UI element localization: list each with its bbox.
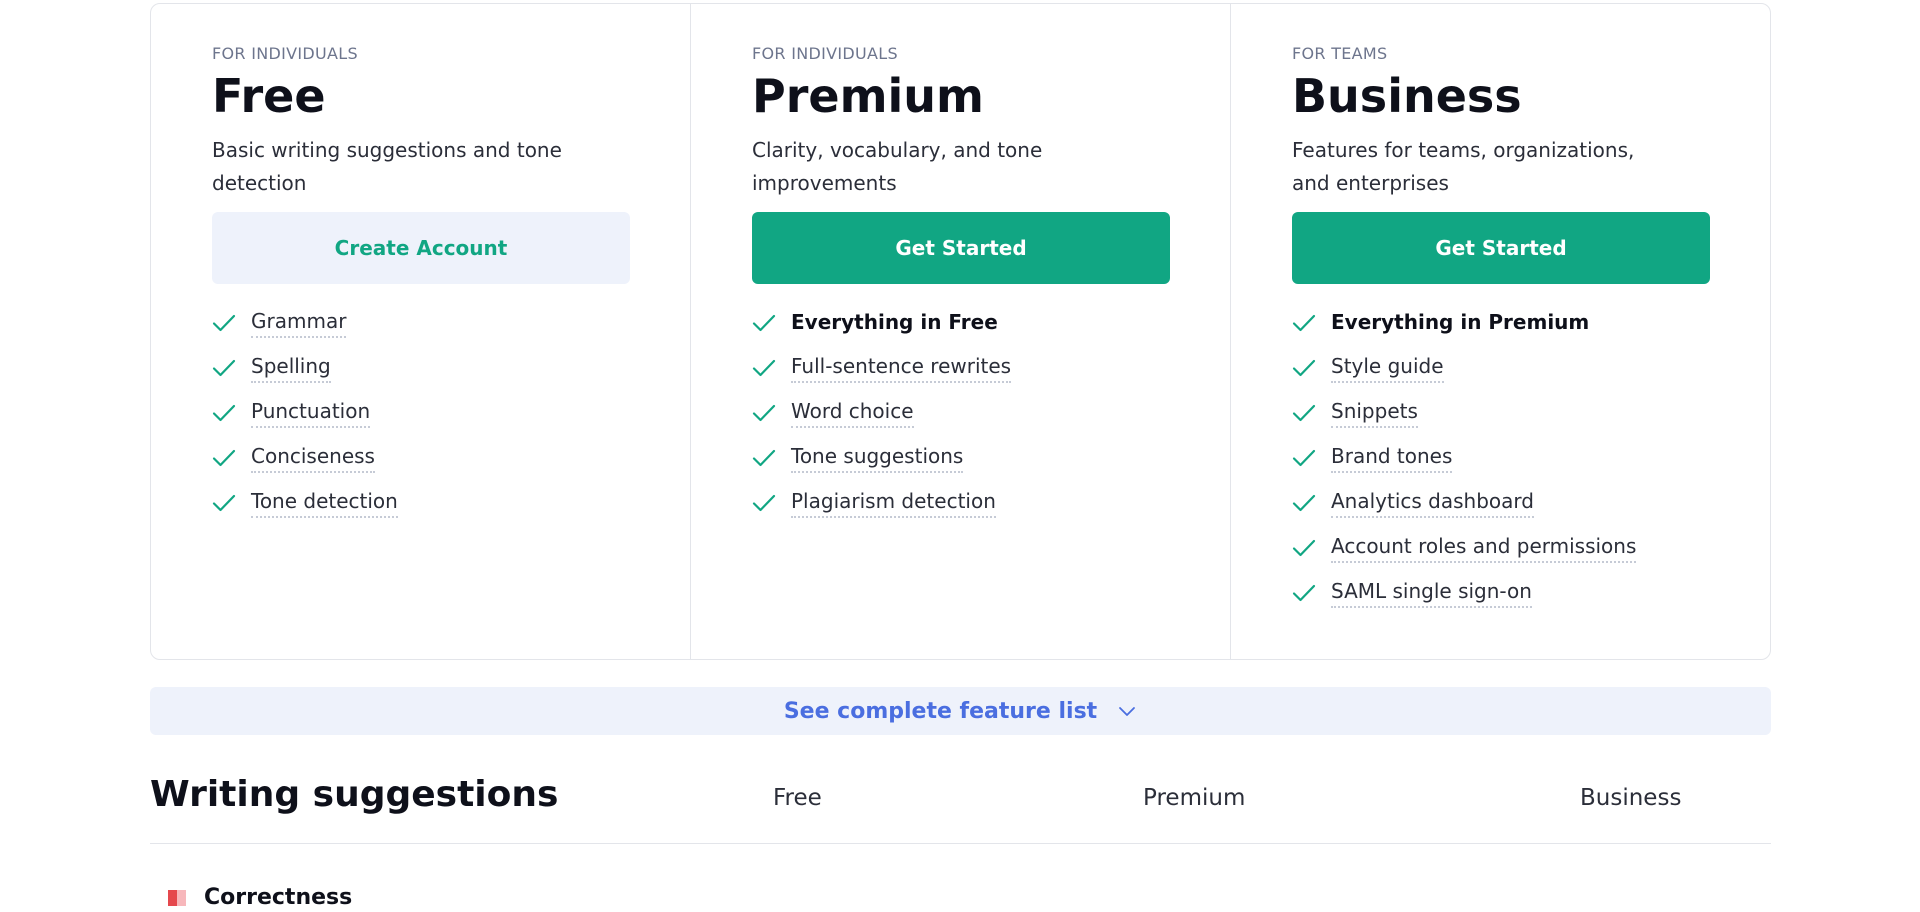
category-label: Correctness <box>204 884 353 910</box>
plan-audience: FOR INDIVIDUALS <box>752 44 898 63</box>
list-item: Conciseness <box>212 435 630 480</box>
column-head-premium: Premium <box>1143 785 1246 811</box>
create-account-button[interactable]: Create Account <box>212 212 630 284</box>
check-icon <box>212 314 236 331</box>
plan-name: Free <box>212 69 326 123</box>
plan-free: FOR INDIVIDUALS Free Basic writing sugge… <box>151 4 690 659</box>
plan-description: Basic writing suggestions and tone detec… <box>212 138 562 195</box>
feature-label[interactable]: Tone detection <box>251 487 398 518</box>
feature-label[interactable]: Brand tones <box>1331 442 1453 473</box>
feature-label[interactable]: Word choice <box>791 397 914 428</box>
feature-list: Everything in Premium Style guide Snippe… <box>1292 300 1710 615</box>
plan-description: Clarity, vocabulary, and tone improvemen… <box>752 138 1043 195</box>
check-icon <box>1292 359 1316 376</box>
plan-premium: FOR INDIVIDUALS Premium Clarity, vocabul… <box>690 4 1230 659</box>
list-item: Analytics dashboard <box>1292 480 1710 525</box>
list-item: Grammar <box>212 300 630 345</box>
list-item: Tone suggestions <box>752 435 1170 480</box>
feature-label[interactable]: Full-sentence rewrites <box>791 352 1012 383</box>
check-icon <box>212 449 236 466</box>
check-icon <box>212 359 236 376</box>
list-item: Tone detection <box>212 480 630 525</box>
check-icon <box>752 449 776 466</box>
see-complete-feature-list-button[interactable]: See complete feature list <box>150 687 1771 735</box>
plan-audience: FOR TEAMS <box>1292 44 1388 63</box>
feature-label[interactable]: Style guide <box>1331 352 1444 383</box>
list-item: Style guide <box>1292 345 1710 390</box>
chevron-down-icon <box>1119 707 1136 716</box>
list-item: Account roles and permissions <box>1292 525 1710 570</box>
section-title: Writing suggestions <box>150 774 559 815</box>
feature-label[interactable]: Conciseness <box>251 442 375 473</box>
check-icon <box>752 359 776 376</box>
check-icon <box>212 404 236 421</box>
correctness-icon <box>168 890 186 906</box>
list-item: Word choice <box>752 390 1170 435</box>
see-features-label: See complete feature list <box>783 698 1098 724</box>
list-item: SAML single sign-on <box>1292 570 1710 615</box>
category-row-correctness: Correctness <box>166 882 352 912</box>
feature-label[interactable]: Punctuation <box>251 397 371 428</box>
feature-label[interactable]: Plagiarism detection <box>791 487 996 518</box>
check-icon <box>752 404 776 421</box>
feature-label[interactable]: Tone suggestions <box>791 442 964 473</box>
feature-label[interactable]: Grammar <box>251 307 347 338</box>
list-item: Everything in Free <box>752 300 1170 345</box>
check-icon <box>1292 584 1316 601</box>
plan-audience: FOR INDIVIDUALS <box>212 44 358 63</box>
check-icon <box>1292 494 1316 511</box>
plan-description: Features for teams, organizations, and e… <box>1292 138 1635 195</box>
feature-label[interactable]: SAML single sign-on <box>1331 577 1532 608</box>
list-item: Plagiarism detection <box>752 480 1170 525</box>
list-item: Brand tones <box>1292 435 1710 480</box>
list-item: Punctuation <box>212 390 630 435</box>
check-icon <box>1292 314 1316 331</box>
feature-label[interactable]: Account roles and permissions <box>1331 532 1637 563</box>
check-icon <box>212 494 236 511</box>
plan-name: Premium <box>752 69 984 123</box>
check-icon <box>1292 539 1316 556</box>
list-item: Spelling <box>212 345 630 390</box>
check-icon <box>1292 449 1316 466</box>
feature-list: Grammar Spelling Punctuation Conciseness… <box>212 300 630 525</box>
feature-label[interactable]: Spelling <box>251 352 331 383</box>
feature-label: Everything in Premium <box>1331 310 1590 334</box>
feature-label: Everything in Free <box>791 310 998 334</box>
plan-business: FOR TEAMS Business Features for teams, o… <box>1230 4 1770 659</box>
feature-label[interactable]: Analytics dashboard <box>1331 487 1534 518</box>
comparison-header: Writing suggestions Free Premium Busines… <box>150 760 1771 844</box>
feature-list: Everything in Free Full-sentence rewrite… <box>752 300 1170 525</box>
list-item: Snippets <box>1292 390 1710 435</box>
get-started-premium-button[interactable]: Get Started <box>752 212 1170 284</box>
plan-name: Business <box>1292 69 1522 123</box>
list-item: Everything in Premium <box>1292 300 1710 345</box>
column-head-business: Business <box>1580 785 1682 811</box>
check-icon <box>752 314 776 331</box>
plans-card: FOR INDIVIDUALS Free Basic writing sugge… <box>150 3 1771 660</box>
get-started-business-button[interactable]: Get Started <box>1292 212 1710 284</box>
list-item: Full-sentence rewrites <box>752 345 1170 390</box>
feature-label[interactable]: Snippets <box>1331 397 1418 428</box>
check-icon <box>752 494 776 511</box>
check-icon <box>1292 404 1316 421</box>
column-head-free: Free <box>773 785 822 811</box>
